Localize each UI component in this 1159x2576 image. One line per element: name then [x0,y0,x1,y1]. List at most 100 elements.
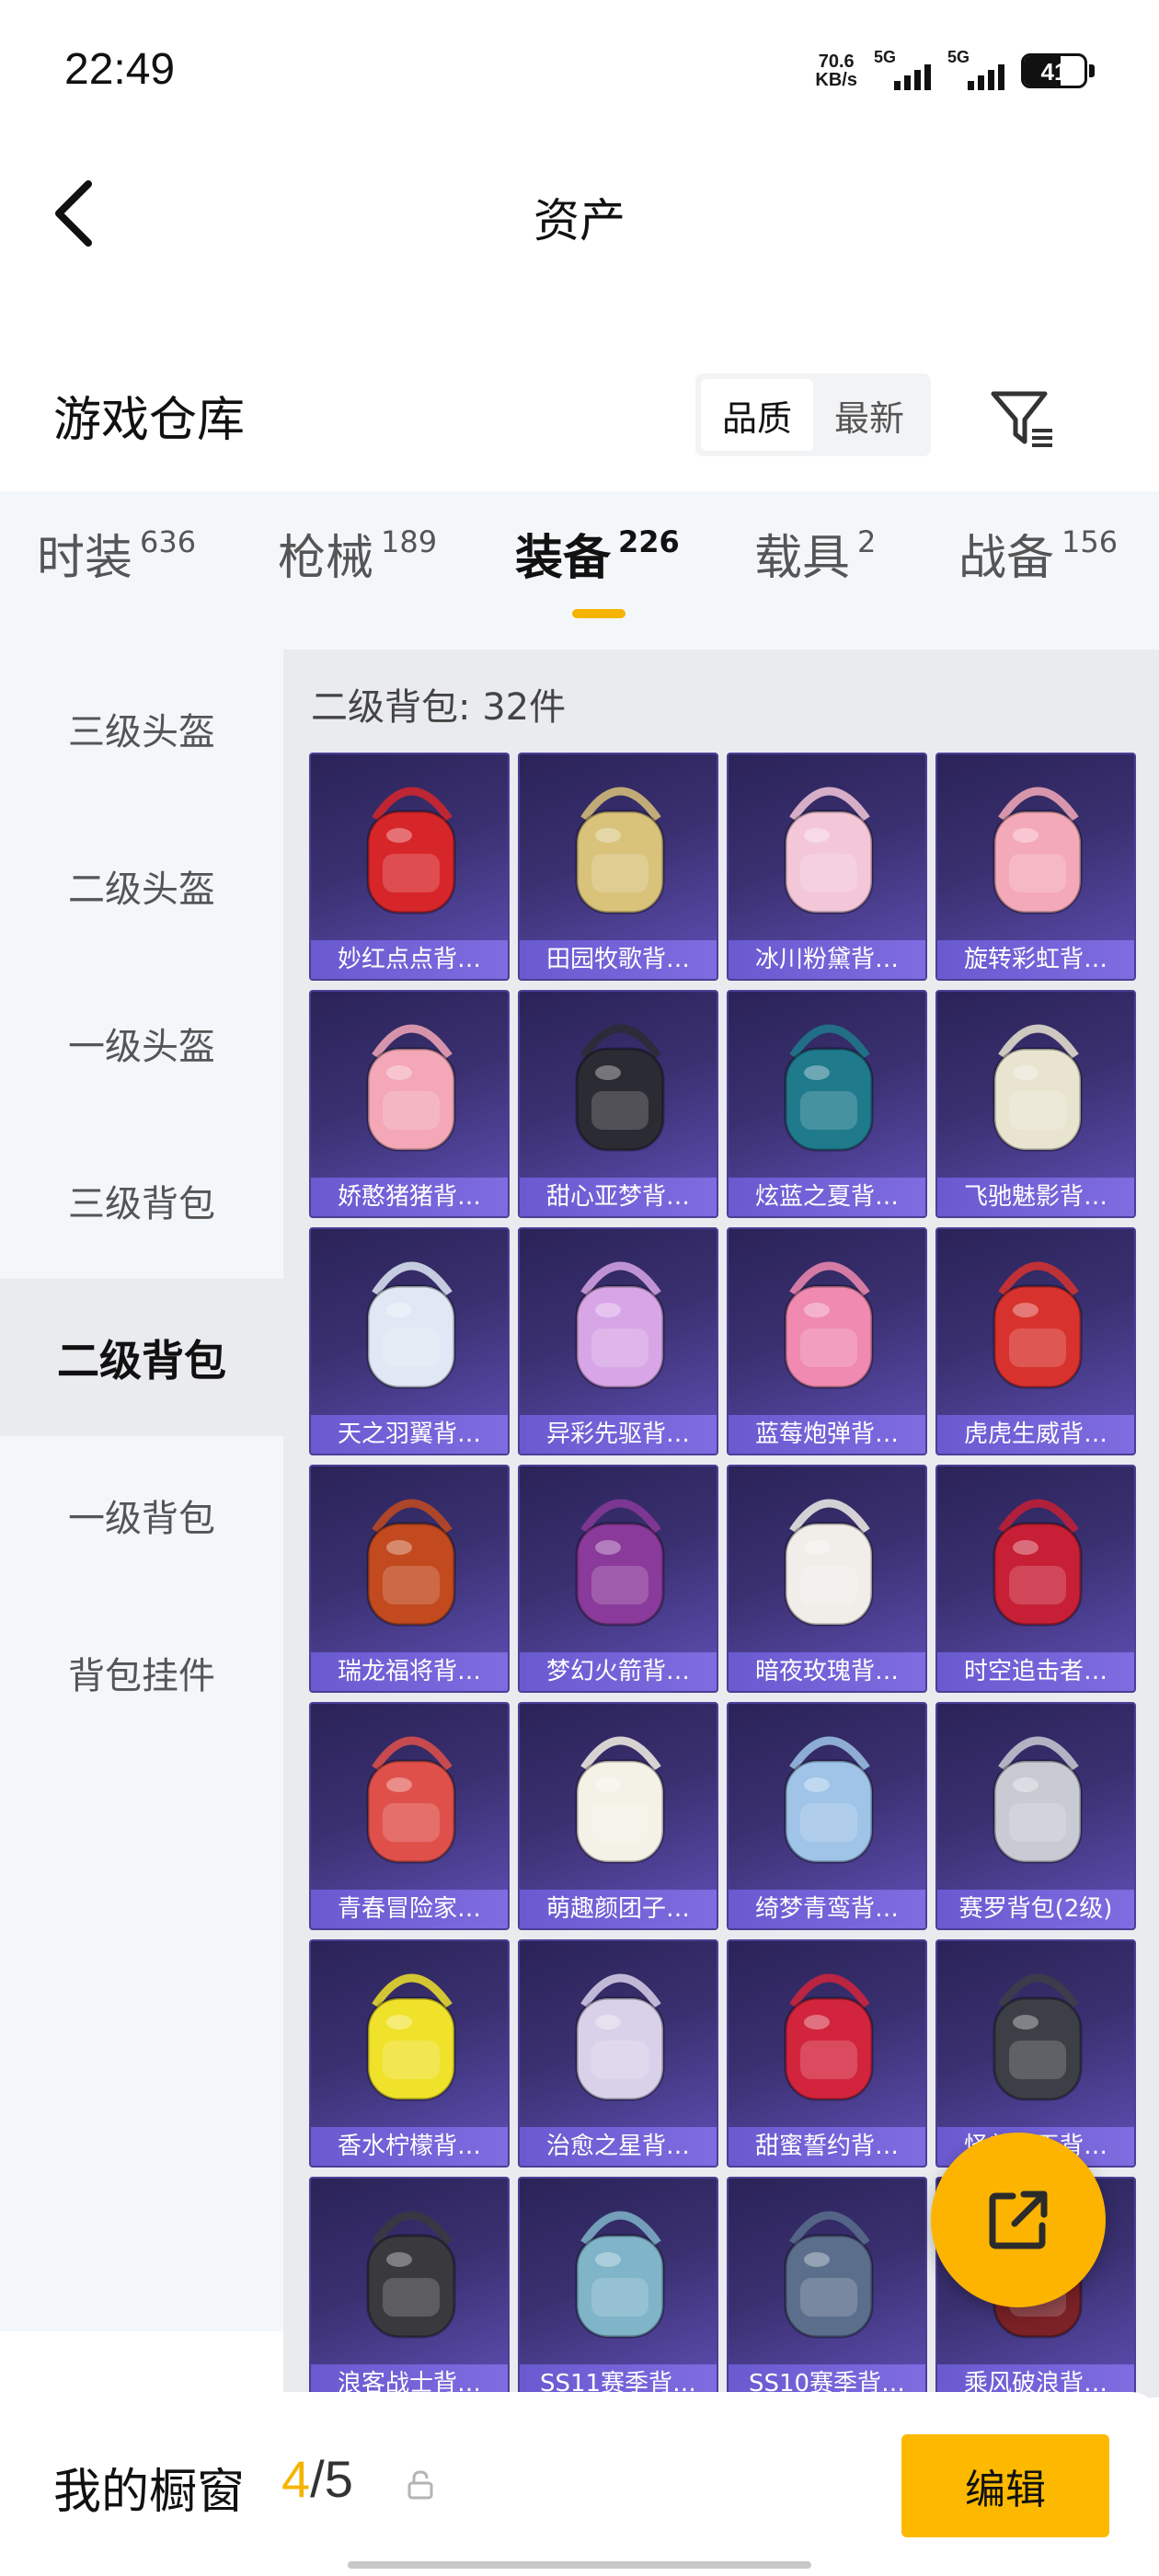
item-card-label: 异彩先驱背… [520,1415,717,1454]
backpack-icon [575,787,665,914]
backpack-icon [993,1024,1083,1152]
backpack-icon [366,787,456,914]
item-card-label: 妙红点点背… [311,940,508,979]
edit-button[interactable]: 编辑 [901,2434,1109,2537]
item-card[interactable]: 治愈之星背… [518,1939,718,2168]
item-card-label: 田园牧歌背… [520,940,717,979]
battery-icon: 41 [1021,53,1087,88]
sort-toggle: 品质 最新 [695,374,931,456]
item-card[interactable]: 梦幻火箭背… [518,1465,718,1693]
tab-weapons[interactable]: 枪械 189 [278,519,437,588]
sort-option-quality[interactable]: 品质 [701,379,813,451]
signal-icon: 5G [874,48,931,94]
tab-count: 2 [857,523,877,559]
sim1-label: 5G [874,48,897,66]
backpack-icon [784,1973,874,2101]
item-card[interactable]: 香水柠檬背… [309,1939,510,2168]
item-card-label: 旋转彩虹背… [937,940,1134,979]
sort-option-newest[interactable]: 最新 [813,379,925,451]
item-card[interactable]: 蓝莓炮弹背… [727,1227,927,1455]
item-card[interactable]: 甜蜜誓约背… [727,1939,927,2168]
item-card[interactable]: 飞驰魅影背… [935,990,1136,1218]
backpack-icon [575,2211,665,2339]
tab-equipment[interactable]: 装备 226 [515,519,680,588]
warehouse-header: 游戏仓库 品质 最新 [0,359,1159,469]
tab-count: 636 [140,523,197,559]
backpack-icon [993,1973,1083,2101]
tab-label: 载具 [754,531,851,586]
sidebar-item-backpack-1[interactable]: 一级背包 [0,1436,283,1593]
backpack-icon [784,1024,874,1152]
item-card[interactable]: SS11赛季背… [518,2177,718,2405]
nav-bar: 资产 [0,138,1159,285]
filter-icon [991,391,1052,447]
backpack-icon [575,1499,665,1627]
item-card[interactable]: 瑞龙福将背… [309,1465,510,1693]
backpack-icon [366,1973,456,2101]
showcase-count-current: 4 [281,2450,311,2508]
item-card-label: 时空追击者… [937,1652,1134,1691]
item-card[interactable]: 冰川粉黛背… [727,753,927,981]
backpack-icon [366,2211,456,2339]
active-tab-indicator [572,609,625,618]
backpack-icon [993,787,1083,914]
item-card[interactable]: 虎虎生威背… [935,1227,1136,1455]
tab-fashion[interactable]: 时装 636 [37,519,196,588]
showcase-count: 4/5 [281,2449,353,2509]
item-card[interactable]: 萌趣颜团子… [518,1702,718,1930]
backpack-icon [575,1736,665,1864]
sidebar-item-helmet-2[interactable]: 二级头盔 [0,807,283,964]
item-card[interactable]: 田园牧歌背… [518,753,718,981]
share-button[interactable] [931,2133,1106,2307]
item-card-label: 赛罗背包(2级) [937,1890,1134,1928]
item-card[interactable]: 暗夜玫瑰背… [727,1465,927,1693]
item-card[interactable]: SS10赛季背… [727,2177,927,2405]
item-card[interactable]: 甜心亚梦背… [518,990,718,1218]
item-card[interactable]: 绮梦青鸾背… [727,1702,927,1930]
item-card-label: 绮梦青鸾背… [729,1890,925,1928]
status-bar: 22:49 70.6 KB/s 5G 5G 41 [0,0,1159,138]
backpack-icon [366,1024,456,1152]
filter-button[interactable] [986,383,1060,456]
item-card[interactable]: 异彩先驱背… [518,1227,718,1455]
item-card[interactable]: 妙红点点背… [309,753,510,981]
content-title: 二级背包: 32件 [311,686,567,729]
tab-count: 189 [381,523,438,559]
item-card[interactable]: 浪客战士背… [309,2177,510,2405]
item-card[interactable]: 赛罗背包(2级) [935,1702,1136,1930]
backpack-icon [575,1973,665,2101]
backpack-icon [366,1736,456,1864]
tab-label: 时装 [37,531,133,586]
category-tabs: 时装 636 枪械 189 装备 226 载具 2 战备 156 [0,519,1159,638]
signal-icon-2: 5G [947,48,1004,94]
backpack-icon [993,1736,1083,1864]
home-indicator [348,2561,811,2569]
item-card[interactable]: 青春冒险家… [309,1702,510,1930]
backpack-icon [784,1499,874,1627]
item-card-label: 炫蓝之夏背… [729,1178,925,1216]
showcase-count-sep: / [310,2450,325,2508]
item-card[interactable]: 怪兽之王背… [935,1939,1136,2168]
sidebar-item-backpack-3[interactable]: 三级背包 [0,1121,283,1279]
item-card[interactable]: 时空追击者… [935,1465,1136,1693]
sidebar-item-helmet-1[interactable]: 一级头盔 [0,964,283,1121]
network-speed-value: 70.6 [818,52,855,72]
tab-count: 156 [1061,523,1119,559]
sidebar-item-backpack-charm[interactable]: 背包挂件 [0,1593,283,1751]
item-card-label: 暗夜玫瑰背… [729,1652,925,1691]
lock-icon [407,2470,433,2500]
battery-level: 41 [1040,58,1068,86]
tab-vehicles[interactable]: 载具 2 [754,519,876,588]
sidebar-item-helmet-3[interactable]: 三级头盔 [0,650,283,807]
backpack-icon [366,1261,456,1389]
showcase-title: 我的橱窗 [53,2465,246,2520]
backpack-icon [575,1024,665,1152]
item-card[interactable]: 天之羽翼背… [309,1227,510,1455]
item-card-label: 香水柠檬背… [311,2127,508,2166]
showcase-bar: 我的橱窗 4/5 编辑 [0,2392,1159,2576]
item-card[interactable]: 旋转彩虹背… [935,753,1136,981]
sidebar-item-backpack-2[interactable]: 二级背包 [0,1279,283,1436]
tab-gear[interactable]: 战备 156 [958,519,1118,588]
item-card[interactable]: 炫蓝之夏背… [727,990,927,1218]
item-card[interactable]: 娇憨猪猪背… [309,990,510,1218]
